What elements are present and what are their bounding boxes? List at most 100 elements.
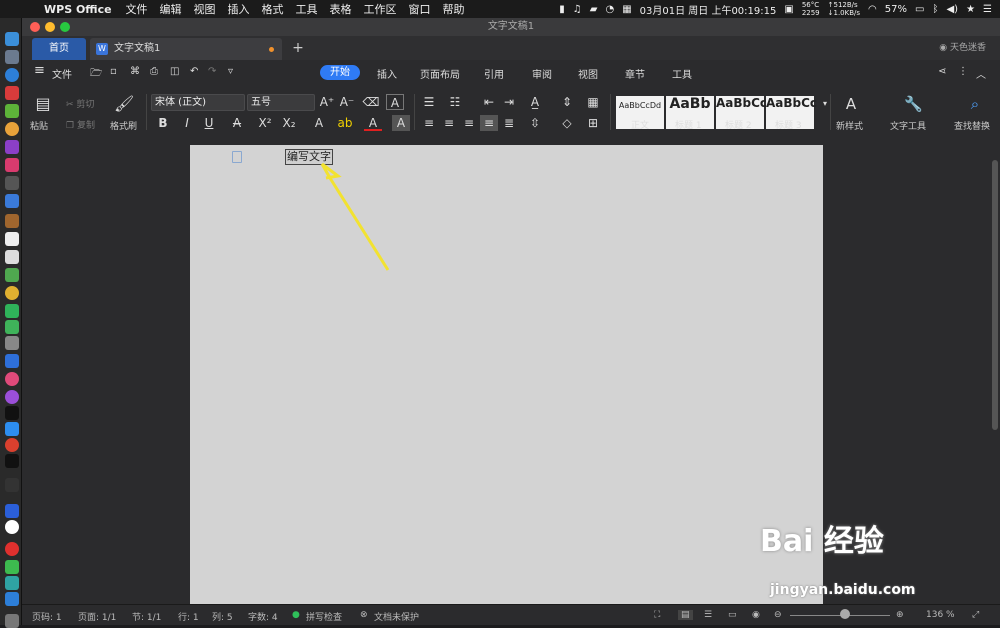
appstore-icon[interactable] <box>5 422 19 436</box>
app-purple-icon[interactable] <box>5 140 19 154</box>
status-col[interactable]: 列: 5 <box>212 610 233 623</box>
clock-icon[interactable]: ◔ <box>605 4 614 15</box>
italic-icon[interactable]: I <box>178 115 196 131</box>
vivaldi-icon[interactable] <box>5 438 19 452</box>
menu-workspace[interactable]: 工作区 <box>364 1 397 17</box>
menu-insert[interactable]: 插入 <box>228 1 250 17</box>
distribute-icon[interactable]: ≣ <box>500 115 518 131</box>
tab-chapter[interactable]: 章节 <box>625 66 645 81</box>
status-spellcheck[interactable]: 拼写检查 <box>306 610 342 623</box>
wrench-icon[interactable]: 🔧 <box>904 96 923 112</box>
music-icon[interactable]: ♫ <box>573 4 582 15</box>
netease-icon[interactable] <box>5 542 19 556</box>
eye-protect-icon[interactable]: ◉ <box>752 610 760 620</box>
tab-review[interactable]: 审阅 <box>532 66 552 81</box>
collapse-ribbon-icon[interactable]: ︿ <box>976 66 986 81</box>
status-word-count[interactable]: 字数: 4 <box>248 610 278 623</box>
increase-indent-icon[interactable]: ⇥ <box>500 94 518 110</box>
minimize-window-button[interactable] <box>45 22 55 32</box>
menu-edit[interactable]: 编辑 <box>160 1 182 17</box>
tab-references[interactable]: 引用 <box>484 66 504 81</box>
launchpad-icon[interactable] <box>5 50 19 64</box>
tv-icon[interactable] <box>5 406 19 420</box>
paragraph-spacing-icon[interactable]: ⇳ <box>526 115 544 131</box>
message-icon[interactable]: ▰ <box>590 4 598 15</box>
tab-view[interactable]: 视图 <box>578 66 598 81</box>
search-icon[interactable]: ⌕ <box>966 96 984 112</box>
align-left-icon[interactable]: ≡ <box>420 115 438 131</box>
format-painter-icon[interactable]: 🖌 <box>114 96 134 112</box>
user-account[interactable]: ◉ 天色迷香 <box>939 40 986 53</box>
font-size-select[interactable]: 五号 <box>247 94 315 111</box>
more-icon[interactable]: ⋮ <box>958 66 968 77</box>
close-window-button[interactable] <box>30 22 40 32</box>
unprotected-icon[interactable]: ⊗ <box>360 610 368 620</box>
numbered-list-icon[interactable]: ☷ <box>446 94 464 110</box>
app-blue-icon[interactable] <box>5 194 19 208</box>
share-icon[interactable]: ⋖ <box>938 66 946 77</box>
chinese-layout-icon[interactable]: A̲ <box>526 94 544 110</box>
kanji-icon[interactable]: ▣ <box>784 4 793 15</box>
vpn-icon[interactable] <box>5 504 19 518</box>
activity-monitor-icon[interactable] <box>5 478 19 492</box>
table-grid-icon[interactable]: ▦ <box>584 94 602 110</box>
fit-window-icon[interactable]: ⤢ <box>972 610 979 620</box>
tab-insert[interactable]: 插入 <box>377 66 397 81</box>
trash-icon[interactable] <box>5 614 19 628</box>
datetime[interactable]: 03月01日 周日 上午00:19:15 <box>640 2 777 17</box>
grow-font-icon[interactable]: A⁺ <box>318 94 336 110</box>
notes-icon[interactable] <box>5 214 19 228</box>
strikethrough-icon[interactable]: A <box>228 115 246 131</box>
keynote-icon[interactable] <box>5 354 19 368</box>
hamburger-menu-icon[interactable]: ≡ <box>34 63 45 78</box>
shading-icon[interactable]: ◇ <box>558 115 576 131</box>
wifi-icon[interactable]: ◠ <box>868 4 877 15</box>
bold-icon[interactable]: B <box>154 115 172 131</box>
paragraph-options-icon[interactable] <box>232 151 242 163</box>
bullet-list-icon[interactable]: ☰ <box>420 94 438 110</box>
menu-window[interactable]: 窗口 <box>409 1 431 17</box>
print-icon[interactable]: ⎙ <box>150 66 158 77</box>
zoom-in-icon[interactable]: ⊕ <box>896 610 904 620</box>
styles-expand-icon[interactable]: ▾ <box>816 96 834 112</box>
cut-button[interactable]: ✂ 剪切 <box>66 97 94 110</box>
status-pages[interactable]: 页面: 1/1 <box>78 610 116 623</box>
app-name[interactable]: WPS Office <box>44 3 112 16</box>
zoom-window-button[interactable] <box>60 22 70 32</box>
decrease-indent-icon[interactable]: ⇤ <box>480 94 498 110</box>
web-view-icon[interactable]: ▭ <box>728 610 737 620</box>
safari-icon[interactable] <box>5 68 19 82</box>
document-page[interactable] <box>190 145 823 605</box>
line-spacing-icon[interactable]: ⇕ <box>558 94 576 110</box>
justify-icon[interactable]: ≡ <box>480 115 498 131</box>
customize-dropdown-icon[interactable]: ▿ <box>228 66 233 77</box>
status-row[interactable]: 行: 1 <box>178 610 199 623</box>
menu-table[interactable]: 表格 <box>330 1 352 17</box>
shrink-font-icon[interactable]: A⁻ <box>338 94 356 110</box>
tab-start[interactable]: 开始 <box>320 65 360 80</box>
menu-help[interactable]: 帮助 <box>443 1 465 17</box>
menu-file[interactable]: 文件 <box>126 1 148 17</box>
calendar-icon[interactable]: ▦ <box>622 4 631 15</box>
photos-icon[interactable] <box>5 286 19 300</box>
copy-button[interactable]: ❐ 复制 <box>66 118 95 131</box>
borders-icon[interactable]: ⊞ <box>584 115 602 131</box>
underline-icon[interactable]: U <box>200 115 218 131</box>
calendar-dock-icon[interactable] <box>5 232 19 246</box>
char-border-icon[interactable]: A <box>386 94 404 110</box>
text-effect-icon[interactable]: A <box>310 115 328 131</box>
camera-icon[interactable] <box>5 336 19 350</box>
redo-icon[interactable]: ↷ <box>208 66 216 77</box>
star-icon[interactable]: ★ <box>966 4 975 15</box>
zoom-level[interactable]: 136 % <box>926 610 955 620</box>
save-icon[interactable]: ▫ <box>110 66 117 77</box>
android-icon[interactable] <box>5 104 19 118</box>
tab-tools[interactable]: 工具 <box>672 66 692 81</box>
undo-icon[interactable]: ↶ <box>190 66 198 77</box>
doc-icon[interactable] <box>5 250 19 264</box>
menu-tools[interactable]: 工具 <box>296 1 318 17</box>
spellcheck-icon[interactable]: ● <box>292 610 300 620</box>
highlight-icon[interactable]: ab <box>336 115 354 131</box>
facetime-icon[interactable] <box>5 320 19 334</box>
control-center-icon[interactable]: ☰ <box>983 4 992 15</box>
